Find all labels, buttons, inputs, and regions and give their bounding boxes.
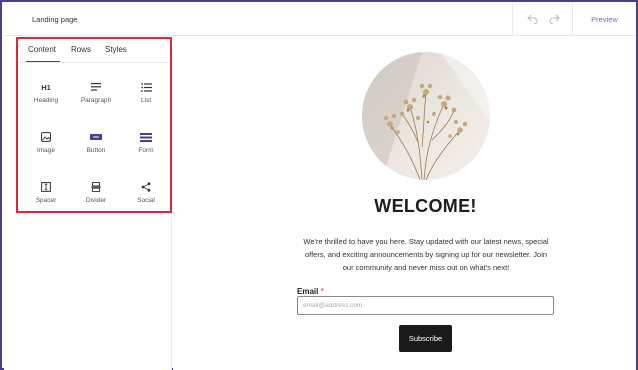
subscribe-button[interactable]: Subscribe — [399, 325, 452, 352]
block-label: Heading — [33, 97, 59, 104]
intro-line: We're thrilled to have you here. Stay up… — [303, 237, 549, 246]
redo-button[interactable] — [547, 14, 561, 26]
content-blocks-panel: Content Rows Styles H1 Heading Paragraph… — [16, 37, 172, 213]
undo-button[interactable] — [526, 14, 540, 26]
block-spacer[interactable]: Spacer — [24, 179, 68, 215]
block-button[interactable]: Button — [74, 129, 118, 165]
redo-icon — [549, 14, 560, 25]
block-image[interactable]: Image — [24, 129, 68, 165]
block-divider[interactable]: Divider — [74, 179, 118, 215]
button-icon — [74, 129, 118, 145]
email-field[interactable] — [297, 296, 554, 315]
email-canvas: WELCOME! We're thrilled to have you here… — [173, 37, 636, 370]
undo-redo-group — [512, 4, 572, 36]
block-form[interactable]: Form — [124, 129, 168, 165]
block-paragraph[interactable]: Paragraph — [74, 79, 118, 115]
tab-divider — [18, 62, 170, 63]
block-label: Image — [36, 147, 56, 154]
app-frame: Landing page Preview Content Rows Styles — [0, 0, 638, 370]
tab-rows[interactable]: Rows — [71, 45, 91, 54]
share-icon — [124, 179, 168, 195]
list-icon — [124, 79, 168, 95]
divider-icon — [74, 179, 118, 195]
paragraph-icon — [74, 79, 118, 95]
spacer-icon — [24, 179, 68, 195]
block-label: Spacer — [35, 197, 57, 204]
block-label: Form — [138, 147, 154, 154]
block-label: Button — [86, 147, 106, 154]
preview-button[interactable]: Preview — [572, 4, 636, 36]
block-label: Divider — [85, 197, 107, 204]
image-icon — [24, 129, 68, 145]
block-heading[interactable]: H1 Heading — [24, 79, 68, 115]
intro-line: offers, and exciting announcements by si… — [304, 250, 548, 259]
block-label: Social — [137, 197, 155, 204]
page-name: Landing page — [32, 15, 78, 24]
top-bar: Landing page Preview — [4, 4, 636, 36]
intro-text: We're thrilled to have you here. Stay up… — [295, 235, 557, 274]
intro-line: our community and never miss out on what… — [342, 263, 510, 272]
email-label: Email * — [297, 287, 324, 296]
hero-image — [362, 52, 490, 180]
block-label: List — [140, 97, 152, 104]
undo-icon — [527, 14, 538, 25]
block-list[interactable]: List — [124, 79, 168, 115]
form-icon — [124, 129, 168, 145]
sidebar: Content Rows Styles H1 Heading Paragraph… — [4, 36, 172, 370]
tab-content[interactable]: Content — [28, 45, 56, 54]
tab-styles[interactable]: Styles — [105, 45, 127, 54]
welcome-heading: WELCOME! — [374, 196, 477, 216]
required-indicator: * — [320, 287, 324, 296]
heading-icon: H1 — [41, 82, 51, 92]
block-label: Paragraph — [80, 97, 112, 104]
block-social[interactable]: Social — [124, 179, 168, 215]
